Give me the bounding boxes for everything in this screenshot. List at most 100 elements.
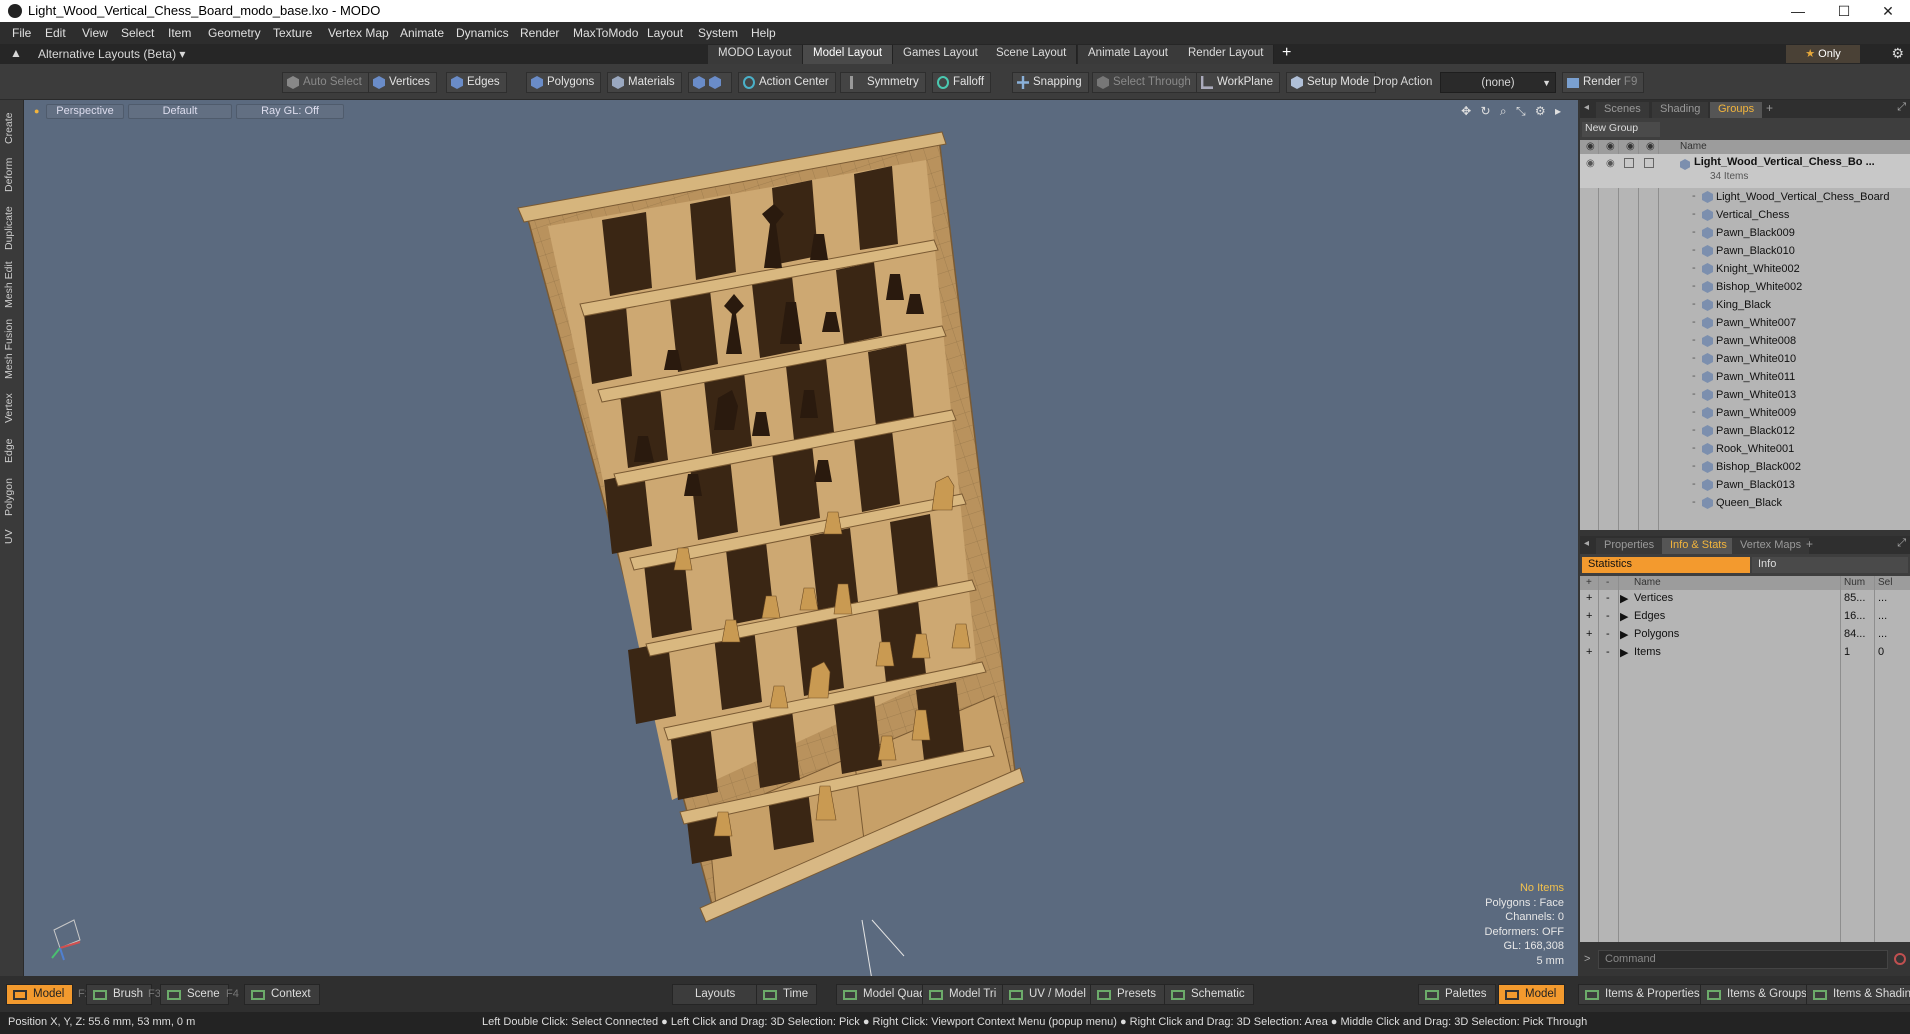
statistics-row[interactable]: + - ▶ Items 1 0 [1580,644,1910,662]
expand-plus-icon[interactable]: + [1586,628,1592,640]
expand-arrow-icon[interactable]: ▶ [1620,592,1628,605]
tab-polygon[interactable]: Polygon [3,474,21,520]
tab-vertex-maps[interactable]: Vertex Maps [1732,538,1810,554]
vertices-button[interactable]: Vertices [368,72,437,93]
tab-modo-layout[interactable]: MODO Layout [708,45,803,64]
tab-deform[interactable]: Deform [3,154,21,196]
presets-button[interactable]: Presets [1090,984,1165,1005]
tab-model-layout[interactable]: Model Layout [803,45,894,64]
mode-context-button[interactable]: Context [244,984,320,1005]
expand-arrow-icon[interactable]: ▶ [1620,646,1628,659]
root-select-checkbox[interactable] [1644,158,1654,168]
collapse-minus-icon[interactable]: - [1606,610,1610,622]
group-item-row[interactable]: - King_Black [1580,296,1910,314]
record-icon[interactable] [1894,953,1906,965]
3d-viewport[interactable]: ● Perspective Default Ray GL: Off ✥ ↻ ⌕ … [24,100,1578,976]
expand-panel-icon-2[interactable]: ⤢ [1897,537,1906,550]
items-shading-button[interactable]: Items & Shading [1806,984,1910,1005]
lock-column-icon[interactable]: ◉ [1626,141,1635,152]
group-item-row[interactable]: - Knight_White002 [1580,260,1910,278]
tab-create[interactable]: Create [3,108,21,148]
group-item-row[interactable]: - Pawn_Black010 [1580,242,1910,260]
collapse-minus-icon[interactable]: - [1606,646,1610,658]
tab-mesh-edit[interactable]: Mesh Edit [3,260,21,310]
tab-animate-layout[interactable]: Animate Layout [1078,45,1179,64]
render-button[interactable]: Render F9 [1562,72,1645,93]
tab-shading[interactable]: Shading [1652,102,1709,118]
snapping-button[interactable]: Snapping [1012,72,1089,93]
mode-scene-button[interactable]: Scene [160,984,229,1005]
statistics-row[interactable]: + - ▶ Polygons 84...... [1580,626,1910,644]
expand-arrow-icon[interactable]: ▶ [1620,610,1628,623]
group-item-row[interactable]: - Vertical_Chess [1580,206,1910,224]
auto-select-button[interactable]: Auto Select [282,72,369,93]
group-item-row[interactable]: - Pawn_Black009 [1580,224,1910,242]
menu-vertex-map[interactable]: Vertex Map [328,26,389,40]
statistics-row[interactable]: + - ▶ Edges 16...... [1580,608,1910,626]
polygons-button[interactable]: Polygons [526,72,602,93]
menu-item[interactable]: Item [168,26,191,40]
edges-button[interactable]: Edges [446,72,507,93]
tab-duplicate[interactable]: Duplicate [3,202,21,254]
selection-sets-button[interactable] [688,72,732,93]
collapse-minus-icon[interactable]: - [1606,628,1610,640]
tab-properties[interactable]: Properties [1596,538,1663,554]
tab-scene-layout[interactable]: Scene Layout [986,45,1078,64]
items-properties-button[interactable]: Items & Properties [1578,984,1709,1005]
group-root-row[interactable]: ◉ ◉ Light_Wood_Vertical_Chess_Bo ... 34 … [1580,154,1910,188]
info-subtab[interactable]: Info [1752,557,1908,573]
root-visibility-icon[interactable]: ◉ [1586,158,1595,169]
menu-select[interactable]: Select [121,26,154,40]
group-item-row[interactable]: - Pawn_White013 [1580,386,1910,404]
group-item-row[interactable]: - Pawn_White008 [1580,332,1910,350]
root-render-icon[interactable]: ◉ [1606,158,1615,169]
tab-scenes[interactable]: Scenes [1596,102,1649,118]
schematic-button[interactable]: Schematic [1164,984,1254,1005]
group-item-row[interactable]: - Pawn_White007 [1580,314,1910,332]
menu-animate[interactable]: Animate [400,26,444,40]
menu-maxtomodo[interactable]: MaxToModo [573,26,638,40]
group-item-row[interactable]: - Bishop_Black002 [1580,458,1910,476]
add-tab-button-2[interactable]: + [1806,537,1813,551]
close-button[interactable]: ✕ [1866,0,1910,22]
expand-plus-icon[interactable]: + [1586,646,1592,658]
setup-mode-button[interactable]: Setup Mode [1286,72,1377,93]
action-center-button[interactable]: Action Center [738,72,836,93]
menu-file[interactable]: File [12,26,31,40]
tab-edge[interactable]: Edge [3,434,21,468]
expand-plus-icon[interactable]: + [1586,592,1592,604]
tab-info-stats[interactable]: Info & Stats [1662,538,1735,554]
uv-model-button[interactable]: UV / Model [1002,984,1095,1005]
group-item-row[interactable]: - Pawn_Black012 [1580,422,1910,440]
palettes-button[interactable]: Palettes [1418,984,1496,1005]
symmetry-button[interactable]: Symmetry [840,72,926,93]
maximize-button[interactable]: ☐ [1822,0,1866,22]
tab-games-layout[interactable]: Games Layout [893,45,989,64]
time-button[interactable]: Time [756,984,818,1005]
group-item-row[interactable]: - Pawn_White011 [1580,368,1910,386]
group-item-row[interactable]: - Pawn_White010 [1580,350,1910,368]
expand-arrow-icon[interactable]: ▶ [1620,628,1628,641]
only-button[interactable]: ★ Only [1786,45,1860,63]
group-item-row[interactable]: - Pawn_White009 [1580,404,1910,422]
root-lock-checkbox[interactable] [1624,158,1634,168]
collapse-arrow-icon[interactable]: ▲ [10,46,22,60]
group-item-row[interactable]: - Bishop_White002 [1580,278,1910,296]
menu-dynamics[interactable]: Dynamics [456,26,509,40]
expand-plus-icon[interactable]: + [1586,610,1592,622]
select-column-icon[interactable]: ◉ [1646,141,1655,152]
statistics-subtab[interactable]: Statistics [1582,557,1750,573]
workplane-button[interactable]: WorkPlane [1196,72,1281,93]
panel-menu-icon-2[interactable]: ◂ [1584,538,1589,549]
tab-render-layout[interactable]: Render Layout [1178,45,1275,64]
add-layout-button[interactable]: + [1282,44,1291,62]
command-input[interactable]: Command [1598,950,1888,969]
render-column-icon[interactable]: ◉ [1606,141,1615,152]
panel-menu-icon[interactable]: ◂ [1584,102,1589,113]
menu-edit[interactable]: Edit [45,26,66,40]
items-groups-button[interactable]: Items & Groups [1700,984,1816,1005]
group-item-row[interactable]: - Queen_Black [1580,494,1910,512]
statistics-row[interactable]: + - ▶ Vertices 85...... [1580,590,1910,608]
new-group-button[interactable]: New Group [1582,122,1660,137]
collapse-minus-icon[interactable]: - [1606,592,1610,604]
